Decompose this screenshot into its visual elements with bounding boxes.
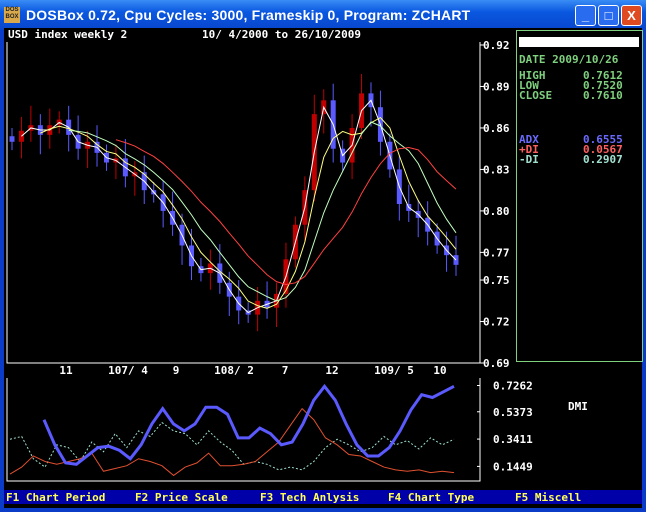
- moving-average-line-2: [40, 116, 457, 309]
- time-tick-label: 11: [59, 364, 73, 377]
- dmi-frame: [6, 378, 481, 482]
- f5-miscell[interactable]: F5 Miscell: [515, 491, 581, 504]
- dmi-tick-label: 0.1449: [493, 460, 533, 473]
- dos-screen: USD index weekly 2 10/ 4/2000 to 26/10/2…: [4, 28, 643, 508]
- f1-chart-period[interactable]: F1 Chart Period: [6, 491, 105, 504]
- info-close: 0.7610: [583, 89, 623, 102]
- price-tick-label: 0.69: [483, 357, 510, 370]
- info-input-bar: [519, 37, 639, 47]
- time-tick-label: 9: [173, 364, 180, 377]
- dmi-line-adx: [42, 383, 455, 466]
- price-tick-label: 0.77: [483, 246, 510, 259]
- time-tick-label: 108/ 2: [214, 364, 254, 377]
- f4-chart-type[interactable]: F4 Chart Type: [388, 491, 474, 504]
- price-tick-label: 0.80: [483, 205, 510, 218]
- time-tick-label: 7: [282, 364, 289, 377]
- dmi-tick-label: 0.3411: [493, 433, 533, 446]
- info-mdi: 0.2907: [583, 153, 623, 166]
- dmi-tick-label: 0.7262: [493, 379, 533, 392]
- candle-body: [453, 255, 459, 265]
- close-button[interactable]: X: [621, 5, 642, 26]
- dmi-label: DMI: [568, 400, 588, 413]
- price-tick-label: 0.89: [483, 80, 510, 93]
- window-titlebar: DOS BOX DOSBox 0.72, Cpu Cycles: 3000, Fr…: [0, 0, 646, 30]
- info-date: DATE 2009/10/26: [519, 53, 619, 66]
- dmi-tick-label: 0.5373: [493, 406, 533, 419]
- time-tick-label: 12: [325, 364, 338, 377]
- price-tick-label: 0.72: [483, 316, 510, 329]
- time-tick-label: 10: [433, 364, 446, 377]
- price-tick-label: 0.86: [483, 122, 510, 135]
- window-title: DOSBox 0.72, Cpu Cycles: 3000, Frameskip…: [26, 7, 471, 23]
- price-tick-label: 0.83: [483, 163, 510, 176]
- candle-body: [9, 136, 15, 142]
- time-tick-label: 107/ 4: [108, 364, 148, 377]
- dosbox-icon: DOS BOX: [4, 7, 20, 23]
- info-panel: DATE 2009/10/26 HIGH 0.7612 LOW 0.7520 C…: [516, 30, 643, 362]
- info-close-label: CLOSE: [519, 89, 553, 102]
- function-key-bar: F1 Chart Period F2 Price Scale F3 Tech A…: [4, 490, 642, 504]
- price-tick-label: 0.92: [483, 39, 510, 52]
- price-tick-label: 0.75: [483, 274, 510, 287]
- info-mdi-label: -DI: [519, 153, 539, 166]
- time-tick-label: 109/ 5: [374, 364, 414, 377]
- minimize-button[interactable]: _: [575, 5, 596, 26]
- f3-tech-analysis[interactable]: F3 Tech Anlysis: [260, 491, 359, 504]
- maximize-button[interactable]: □: [598, 5, 619, 26]
- f2-price-scale[interactable]: F2 Price Scale: [135, 491, 228, 504]
